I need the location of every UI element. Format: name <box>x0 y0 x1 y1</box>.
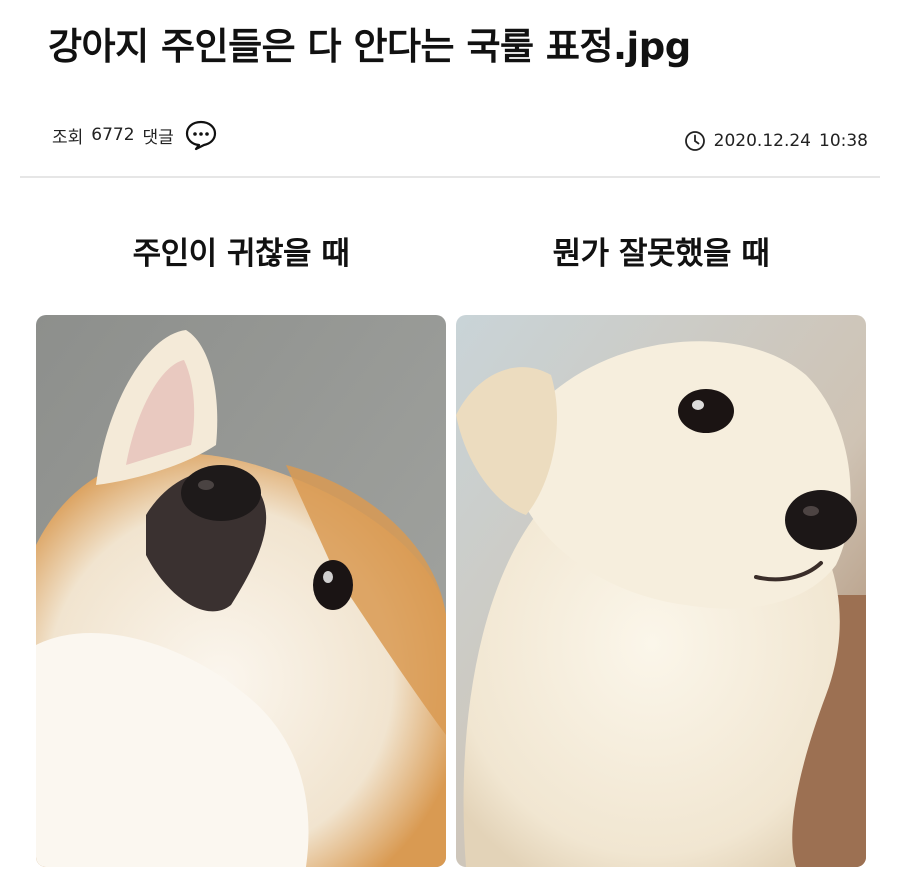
post-time: 10:38 <box>819 131 868 151</box>
post-title: 강아지 주인들은 다 안다는 국룰 표정.jpg <box>48 25 691 68</box>
panel-caption-left: 주인이 귀찮을 때 <box>132 236 350 272</box>
divider <box>20 176 880 178</box>
clock-icon <box>684 130 706 152</box>
views-count: 6772 <box>91 125 135 145</box>
post-stats: 조회 6772 댓글 <box>52 118 218 152</box>
white-puppy-photo <box>456 315 866 867</box>
post-timestamp: 2020.12.24 10:38 <box>684 130 868 152</box>
shiba-puppy-photo <box>36 315 446 867</box>
speech-bubble-icon[interactable] <box>184 118 218 152</box>
panel-caption-right: 뭔가 잘못했을 때 <box>552 236 770 272</box>
post-date: 2020.12.24 <box>713 131 811 151</box>
views-label: 조회 <box>52 127 84 148</box>
comments-label[interactable]: 댓글 <box>143 123 174 148</box>
